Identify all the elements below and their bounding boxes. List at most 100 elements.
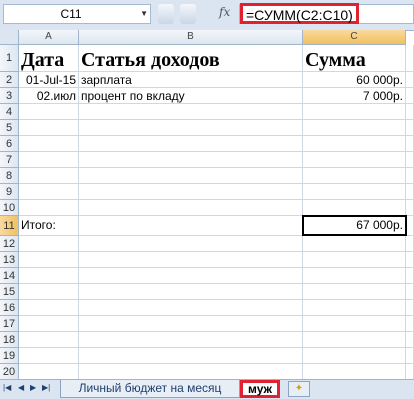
row-header-14[interactable]: 14	[0, 268, 19, 284]
enter-icon[interactable]	[180, 4, 196, 24]
row-header-6[interactable]: 6	[0, 136, 19, 152]
grid-cell[interactable]	[79, 136, 303, 152]
grid-cell[interactable]	[79, 316, 303, 332]
grid-cell[interactable]	[406, 216, 414, 236]
grid-cell[interactable]	[303, 268, 406, 284]
grid-cell[interactable]	[19, 236, 79, 252]
column-header-a[interactable]: A	[19, 30, 79, 45]
grid-cell[interactable]	[406, 152, 414, 168]
row-header-1[interactable]: 1	[0, 45, 19, 72]
grid-cell[interactable]	[19, 364, 79, 380]
row-header-8[interactable]: 8	[0, 168, 19, 184]
cell-c11-active[interactable]: 67 000р.	[302, 215, 407, 236]
grid-cell[interactable]	[303, 316, 406, 332]
grid-cell[interactable]	[79, 120, 303, 136]
grid-cell[interactable]	[303, 284, 406, 300]
column-header-b[interactable]: B	[79, 30, 303, 45]
grid-cell[interactable]	[406, 268, 414, 284]
column-header-c[interactable]: C	[303, 30, 406, 45]
grid-cell[interactable]	[406, 252, 414, 268]
grid-cell[interactable]	[406, 364, 414, 380]
grid-cell[interactable]	[19, 300, 79, 316]
grid-cell[interactable]	[79, 252, 303, 268]
row-header-4[interactable]: 4	[0, 104, 19, 120]
last-sheet-icon[interactable]: ▶|	[42, 383, 50, 392]
grid-cell[interactable]	[19, 252, 79, 268]
grid-cell[interactable]	[79, 152, 303, 168]
name-box[interactable]: C11 ▼	[3, 4, 151, 24]
grid-cell[interactable]	[303, 184, 406, 200]
grid-cell[interactable]	[406, 88, 414, 104]
chevron-down-icon[interactable]: ▼	[140, 5, 148, 23]
grid-cell[interactable]	[406, 200, 414, 216]
select-all-corner[interactable]	[0, 30, 19, 45]
grid-cell[interactable]	[19, 284, 79, 300]
cell-a1[interactable]: Дата	[19, 45, 79, 72]
row-header-20[interactable]: 20	[0, 364, 19, 380]
row-header-10[interactable]: 10	[0, 200, 19, 216]
row-header-2[interactable]: 2	[0, 72, 19, 88]
grid-cell[interactable]	[19, 136, 79, 152]
grid-cell[interactable]	[79, 168, 303, 184]
cell-a2[interactable]: 01-Jul-15	[19, 72, 79, 88]
grid-cell[interactable]	[406, 236, 414, 252]
grid-cell[interactable]	[19, 168, 79, 184]
grid-cell[interactable]	[303, 236, 406, 252]
grid-cell[interactable]	[19, 184, 79, 200]
grid-cell[interactable]	[303, 332, 406, 348]
grid-cell[interactable]	[303, 104, 406, 120]
grid-cell[interactable]	[303, 348, 406, 364]
grid-cell[interactable]	[406, 104, 414, 120]
grid-cell[interactable]	[406, 284, 414, 300]
grid-cell[interactable]	[406, 120, 414, 136]
grid-cell[interactable]	[303, 300, 406, 316]
grid-cell[interactable]	[303, 152, 406, 168]
row-header-3[interactable]: 3	[0, 88, 19, 104]
grid-cell[interactable]	[406, 332, 414, 348]
insert-function-icon[interactable]: fx	[219, 5, 230, 19]
grid-cell[interactable]	[19, 268, 79, 284]
grid-cell[interactable]	[303, 168, 406, 184]
grid-cell[interactable]	[406, 316, 414, 332]
grid-cell[interactable]	[79, 284, 303, 300]
grid-cell[interactable]	[303, 136, 406, 152]
grid-cell[interactable]	[79, 332, 303, 348]
cell-a11[interactable]: Итого:	[19, 216, 79, 236]
row-header-16[interactable]: 16	[0, 300, 19, 316]
row-header-15[interactable]: 15	[0, 284, 19, 300]
insert-sheet-icon[interactable]: ✦	[288, 381, 310, 397]
prev-sheet-icon[interactable]: ◀	[18, 383, 24, 392]
grid-cell[interactable]	[406, 184, 414, 200]
grid-cell[interactable]	[303, 120, 406, 136]
cell-a3[interactable]: 02.июл	[19, 88, 79, 104]
grid-cell[interactable]	[303, 252, 406, 268]
grid-cell[interactable]	[19, 104, 79, 120]
grid-cell[interactable]	[79, 268, 303, 284]
grid-cell[interactable]	[406, 168, 414, 184]
sheet-tab-husband[interactable]: муж	[240, 380, 280, 398]
grid-cell[interactable]	[19, 316, 79, 332]
grid-cell[interactable]	[19, 348, 79, 364]
grid-cell[interactable]	[79, 300, 303, 316]
row-header-11[interactable]: 11	[0, 216, 19, 236]
cell-c2[interactable]: 60 000р.	[303, 72, 406, 88]
grid-cell[interactable]	[79, 104, 303, 120]
cell-c3[interactable]: 7 000р.	[303, 88, 406, 104]
grid-cell[interactable]	[406, 348, 414, 364]
cell-b2[interactable]: зарплата	[79, 72, 303, 88]
grid-cell[interactable]	[406, 136, 414, 152]
cancel-icon[interactable]	[158, 4, 174, 24]
row-header-9[interactable]: 9	[0, 184, 19, 200]
grid-cell[interactable]	[79, 348, 303, 364]
row-header-7[interactable]: 7	[0, 152, 19, 168]
grid-cell[interactable]	[19, 200, 79, 216]
grid-cell[interactable]	[19, 120, 79, 136]
grid-cell[interactable]	[79, 200, 303, 216]
grid-cell[interactable]	[303, 364, 406, 380]
next-sheet-icon[interactable]: ▶	[30, 383, 36, 392]
grid-cell[interactable]	[79, 184, 303, 200]
grid-cell[interactable]	[406, 45, 414, 72]
grid-cell[interactable]	[406, 72, 414, 88]
cell-b3[interactable]: процент по вкладу	[79, 88, 303, 104]
grid-cell[interactable]	[303, 200, 406, 216]
